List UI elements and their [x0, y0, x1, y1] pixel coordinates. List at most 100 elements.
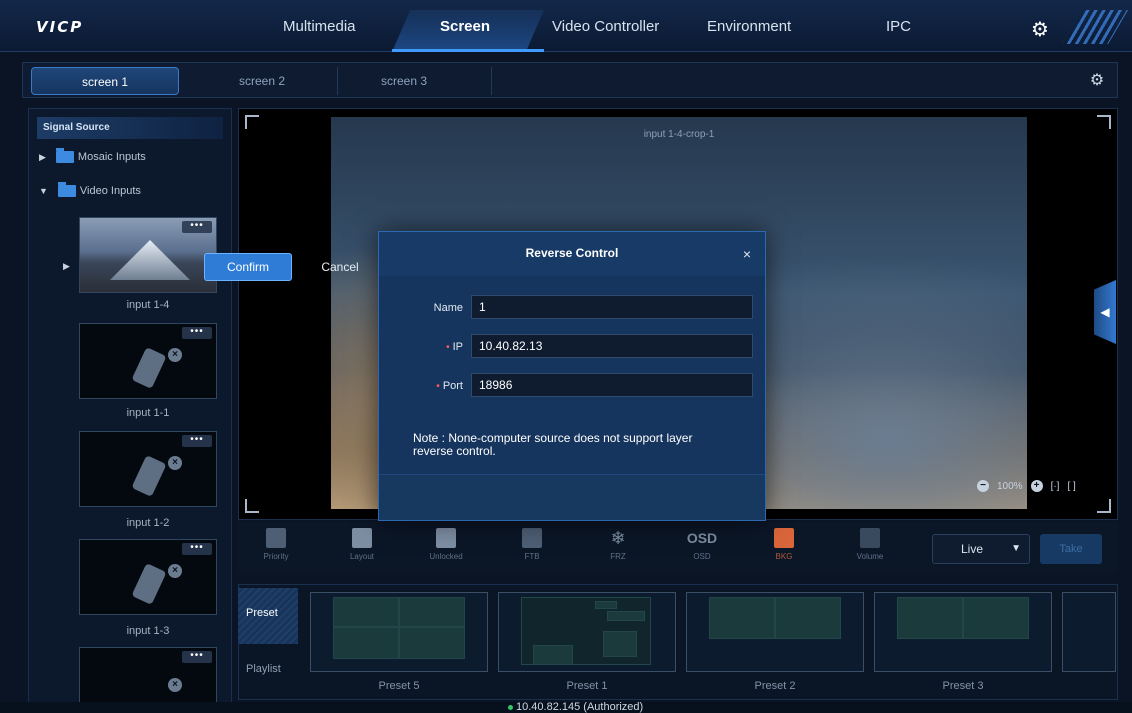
priority-button[interactable]: Priority: [248, 528, 304, 561]
reverse-control-dialog: Reverse Control × Name 1 • IP 10.40.82.13…: [378, 231, 766, 521]
priority-icon: [266, 528, 286, 548]
preset-label: Preset 1: [566, 680, 608, 692]
layout-button[interactable]: Layout: [334, 528, 390, 561]
disconnected-icon: ×: [168, 678, 182, 692]
preset-window: [897, 597, 963, 639]
fit-screen-icon[interactable]: [·]: [1051, 481, 1060, 492]
corner-bracket: [1097, 115, 1111, 129]
input-label: input 1-3: [126, 625, 170, 637]
dialog-note: Note : None-computer source does not sup…: [413, 431, 693, 458]
preset-card[interactable]: [686, 592, 864, 672]
top-nav-bar: VICP Multimedia Screen Video Controller …: [0, 0, 1132, 52]
status-bar: 10.40.82.145 (Authorized): [0, 702, 1132, 713]
tool-label: FRZ: [610, 552, 626, 561]
unlocked-button[interactable]: Unlocked: [418, 528, 474, 561]
unlock-icon: [436, 528, 456, 548]
osd-button[interactable]: OSD OSD: [674, 528, 730, 561]
take-button[interactable]: Take: [1040, 534, 1102, 564]
more-options-icon[interactable]: •••: [182, 327, 212, 339]
nav-tab-environment[interactable]: Environment: [707, 18, 791, 35]
tab-screen-2[interactable]: screen 2: [239, 67, 285, 95]
tool-label: Layout: [349, 552, 375, 561]
unplugged-cable-icon: [131, 455, 167, 497]
disconnected-icon: ×: [168, 456, 182, 470]
tree-item-mosaic-inputs[interactable]: ▶ Mosaic Inputs: [39, 148, 146, 163]
app-logo: VICP: [36, 18, 84, 36]
chevron-down-icon: ▼: [1011, 543, 1021, 554]
tab-preset[interactable]: Preset: [238, 588, 298, 644]
settings-gear-icon[interactable]: ⚙: [1020, 14, 1060, 44]
bkg-button[interactable]: BKG: [756, 528, 812, 561]
tree-item-label: Mosaic Inputs: [77, 151, 146, 163]
preset-card[interactable]: [874, 592, 1052, 672]
preset-card[interactable]: [1062, 592, 1116, 672]
more-options-icon[interactable]: •••: [182, 221, 212, 233]
preset-window: [775, 597, 841, 639]
nav-tab-video-controller[interactable]: Video Controller: [552, 18, 659, 35]
input-thumbnail[interactable]: × •••: [79, 647, 217, 705]
expand-arrow-icon[interactable]: ▶: [63, 261, 70, 272]
dialog-title: Reverse Control: [525, 246, 619, 260]
input-thumbnail[interactable]: •••: [79, 217, 217, 293]
tool-label: OSD: [693, 552, 711, 561]
fullscreen-icon[interactable]: [ ]: [1067, 481, 1075, 492]
ftb-button[interactable]: FTB: [504, 528, 560, 561]
ftb-icon: [522, 528, 542, 548]
tab-screen-3[interactable]: screen 3: [381, 67, 427, 95]
nav-active-underline: [392, 49, 544, 52]
tool-label: Priority: [263, 552, 289, 561]
connection-text: 10.40.82.145 (Authorized): [516, 701, 644, 713]
screen-settings-gear-icon[interactable]: ⚙: [1087, 71, 1107, 91]
tool-label: FTB: [524, 552, 540, 561]
connection-status: 10.40.82.145 (Authorized): [508, 702, 643, 713]
zoom-in-icon[interactable]: +: [1030, 480, 1043, 492]
preset-window: [533, 645, 573, 665]
input-thumbnail[interactable]: × •••: [79, 323, 217, 399]
confirm-button[interactable]: Confirm: [204, 253, 292, 281]
disconnected-icon: ×: [168, 348, 182, 362]
zoom-out-icon[interactable]: −: [977, 480, 989, 492]
frz-button[interactable]: ❄ FRZ: [590, 528, 646, 561]
cancel-button[interactable]: Cancel: [300, 253, 380, 281]
tree-item-video-inputs[interactable]: ▼ Video Inputs: [39, 182, 141, 197]
port-field[interactable]: 18986: [471, 373, 753, 397]
corner-bracket: [245, 115, 259, 129]
dialog-footer: [379, 474, 765, 520]
close-icon[interactable]: ×: [737, 244, 757, 264]
corner-decoration: [1062, 10, 1128, 44]
name-field[interactable]: 1: [471, 295, 753, 319]
output-mode-select[interactable]: Live ▼: [932, 534, 1030, 564]
ip-field[interactable]: 10.40.82.13: [471, 334, 753, 358]
volume-button[interactable]: Volume: [842, 528, 898, 561]
preset-card[interactable]: [310, 592, 488, 672]
preset-card[interactable]: [498, 592, 676, 672]
folder-icon: [57, 182, 76, 197]
preset-label: Preset 3: [942, 680, 984, 692]
signal-source-header: Signal Source: [37, 117, 223, 139]
preset-label: Preset 5: [378, 680, 420, 692]
collapse-arrow-icon[interactable]: ▼: [39, 186, 48, 196]
more-options-icon[interactable]: •••: [182, 543, 212, 555]
more-options-icon[interactable]: •••: [182, 435, 212, 447]
nav-tab-ipc[interactable]: IPC: [886, 18, 911, 35]
collapse-panel-icon[interactable]: ◀: [1094, 280, 1116, 344]
preset-window: [603, 631, 637, 657]
preset-window: [607, 611, 645, 621]
input-label: input 1-1: [126, 407, 170, 419]
port-label-text: Port: [442, 380, 463, 392]
status-ok-icon: [508, 704, 513, 710]
input-thumbnail[interactable]: × •••: [79, 539, 217, 615]
layer-label: input 1-4-crop-1: [643, 129, 715, 140]
expand-arrow-icon[interactable]: ▶: [39, 152, 46, 163]
preset-window: [399, 597, 465, 627]
more-options-icon[interactable]: •••: [182, 651, 212, 663]
required-marker: •: [436, 381, 440, 392]
tab-playlist[interactable]: Playlist: [238, 658, 298, 688]
tree-item-label: Video Inputs: [79, 185, 141, 197]
nav-tab-screen[interactable]: Screen: [440, 18, 490, 35]
input-thumbnail[interactable]: × •••: [79, 431, 217, 507]
preset-window: [333, 627, 399, 659]
nav-tab-multimedia[interactable]: Multimedia: [283, 18, 356, 35]
tab-screen-1[interactable]: screen 1: [31, 67, 179, 95]
layout-icon: [352, 528, 372, 548]
